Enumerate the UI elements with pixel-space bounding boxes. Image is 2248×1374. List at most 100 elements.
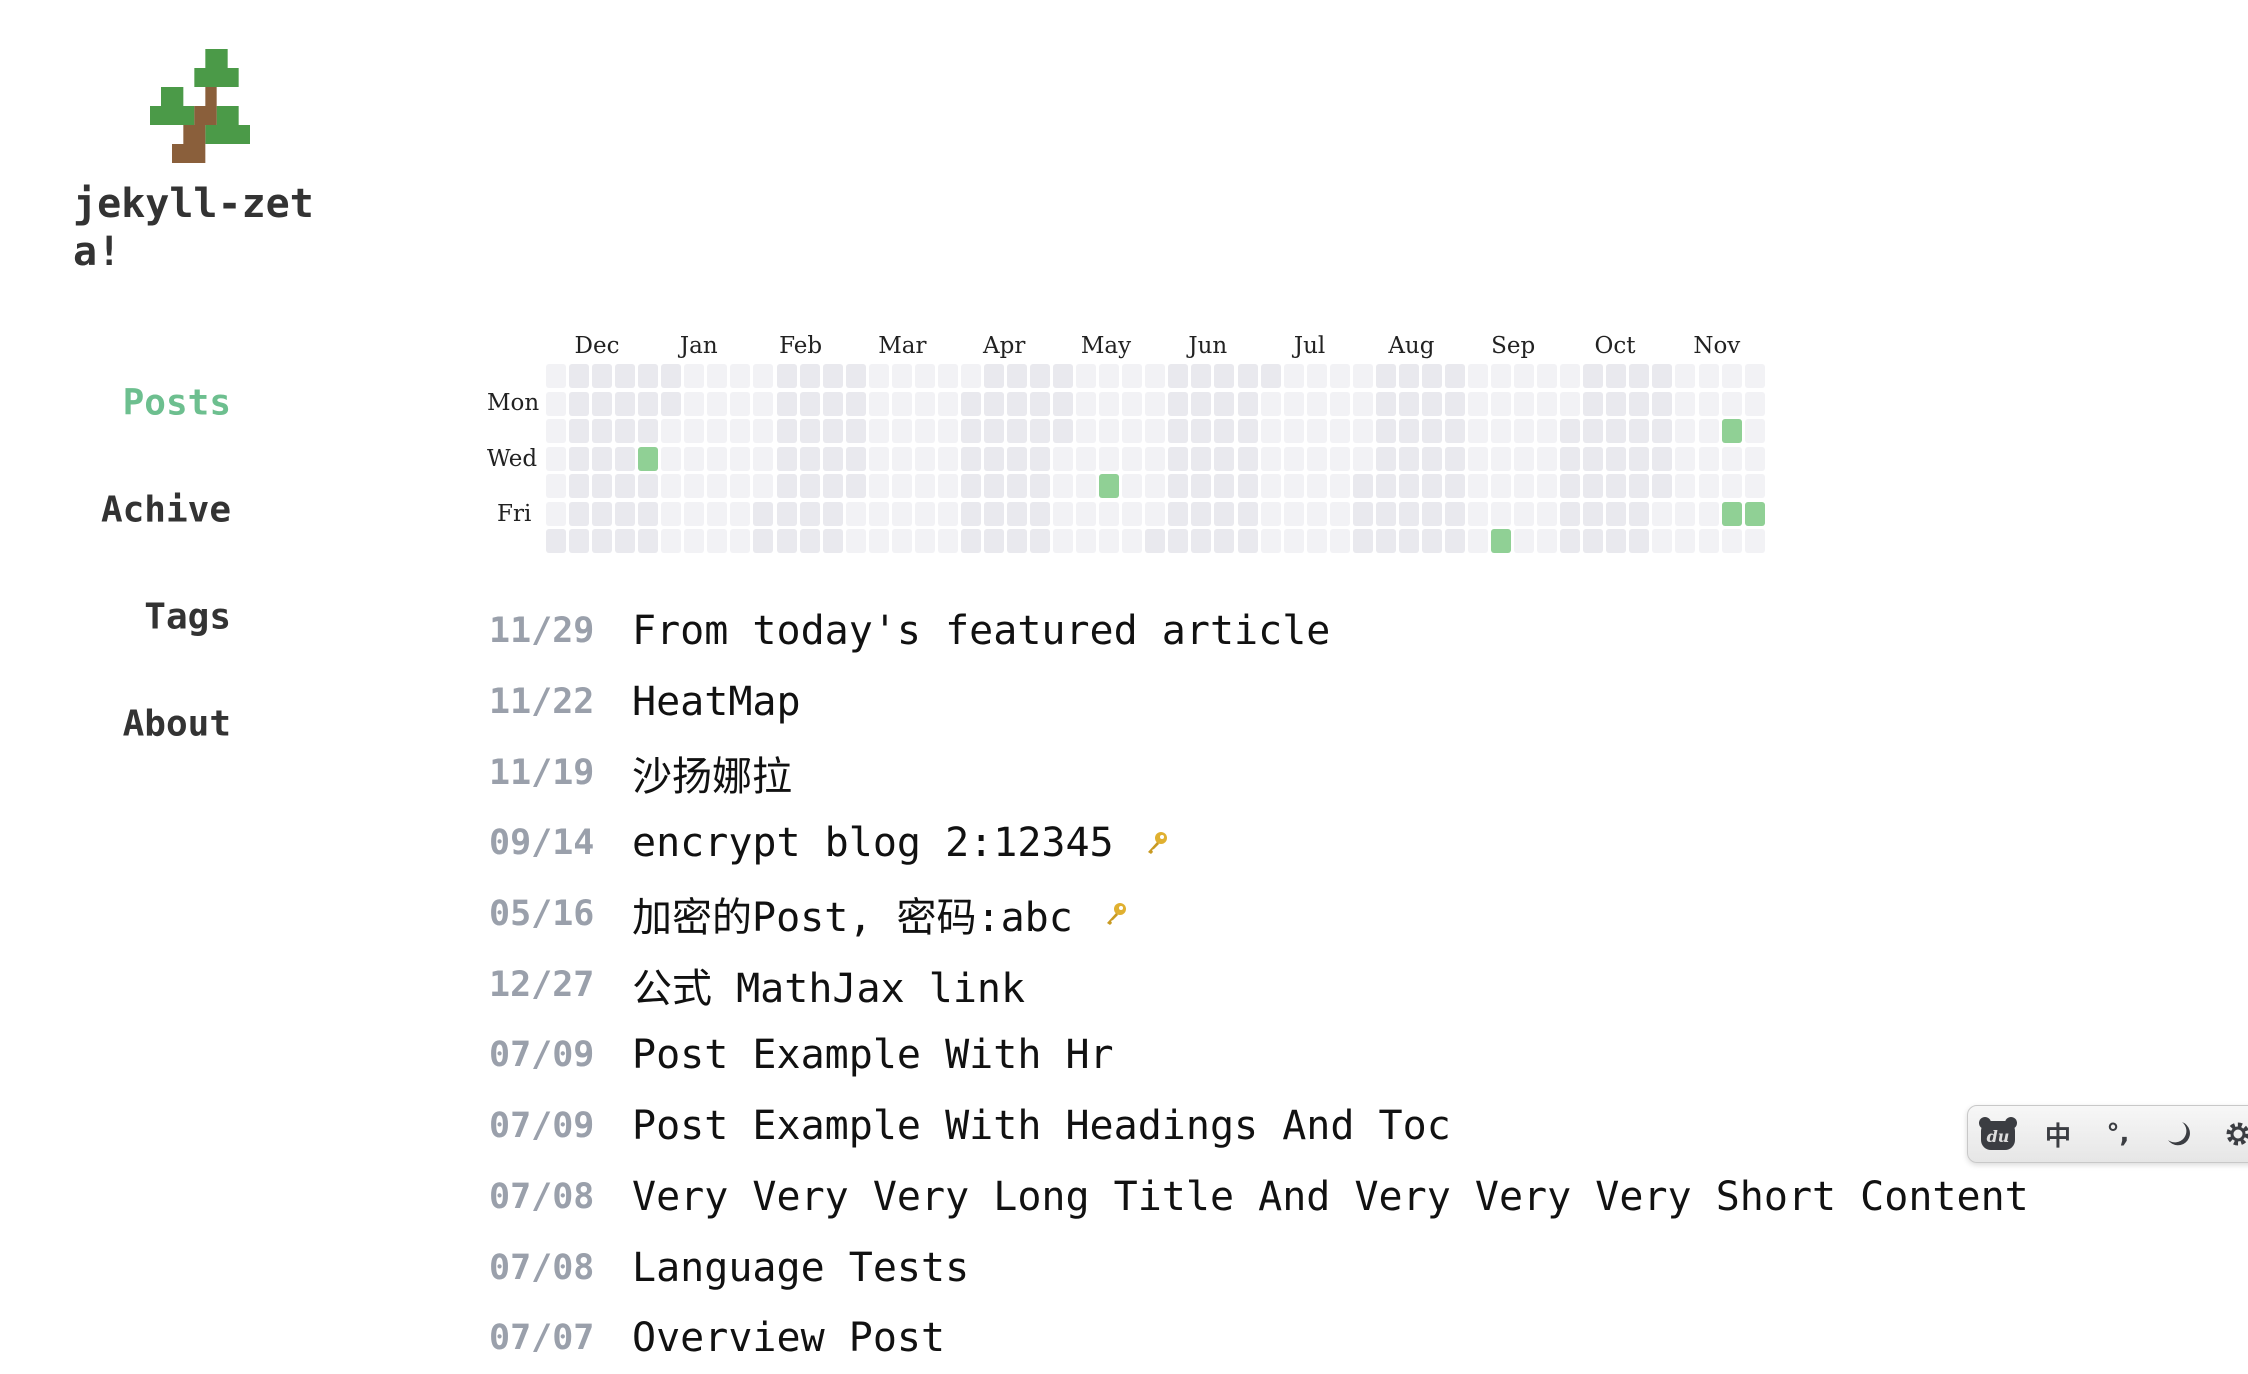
post-title-link[interactable]: Language Tests bbox=[632, 1245, 969, 1291]
heatmap-cell bbox=[1444, 391, 1465, 416]
heatmap-cell bbox=[1698, 419, 1719, 443]
svg-text:du: du bbox=[1987, 1127, 2010, 1146]
day-label-wed: Wed bbox=[487, 446, 538, 472]
heatmap-cell bbox=[1122, 391, 1143, 416]
heatmap-cell bbox=[1560, 419, 1581, 443]
heatmap-cell bbox=[1122, 446, 1143, 471]
heatmap-cell bbox=[1329, 529, 1350, 553]
heatmap-cell bbox=[776, 446, 797, 471]
heatmap-cell bbox=[615, 501, 636, 526]
heatmap-cell bbox=[799, 474, 820, 498]
post-title-link[interactable]: encrypt blog 2:12345 bbox=[632, 820, 1114, 866]
heatmap-cell bbox=[1283, 529, 1304, 553]
heatmap-cell bbox=[1398, 446, 1419, 471]
heatmap-cell bbox=[1283, 501, 1304, 526]
heatmap-cell bbox=[776, 364, 797, 388]
heatmap-cell bbox=[1237, 419, 1258, 443]
heatmap-cell bbox=[868, 419, 889, 443]
heatmap-cell bbox=[546, 474, 566, 498]
nav-achive[interactable]: Achive bbox=[101, 490, 231, 531]
heatmap-cell bbox=[914, 501, 935, 526]
post-title-link[interactable]: 加密的Post, 密码:abc bbox=[632, 885, 1073, 943]
heatmap-cell bbox=[1583, 529, 1604, 553]
heatmap-cell bbox=[592, 364, 613, 388]
heatmap-cell bbox=[1260, 364, 1281, 388]
heatmap-cell bbox=[1629, 474, 1650, 498]
heatmap-cell bbox=[1560, 501, 1581, 526]
heatmap-cell bbox=[1606, 529, 1627, 553]
heatmap-cell bbox=[1237, 446, 1258, 471]
heatmap-cell bbox=[1468, 419, 1488, 443]
heatmap-cell bbox=[1260, 391, 1281, 416]
heatmap-cell bbox=[615, 474, 636, 498]
heatmap-cell bbox=[1352, 364, 1373, 388]
heatmap-cell bbox=[1606, 364, 1627, 388]
heatmap-cell bbox=[1491, 364, 1512, 388]
heatmap-cell bbox=[822, 364, 843, 388]
heatmap-cell bbox=[1260, 529, 1281, 553]
heatmap-cell bbox=[776, 501, 797, 526]
heatmap-cell bbox=[1168, 501, 1189, 526]
nav-about[interactable]: About bbox=[123, 704, 231, 745]
heatmap-cell bbox=[1214, 501, 1235, 526]
heatmap-cell bbox=[914, 474, 935, 498]
heatmap-cell bbox=[891, 391, 912, 416]
month-label: May bbox=[1080, 333, 1132, 359]
heatmap-cell bbox=[1030, 419, 1051, 443]
site-title[interactable]: jekyll-zeta! bbox=[73, 180, 333, 276]
gear-icon[interactable] bbox=[2208, 1119, 2248, 1149]
heatmap-cell bbox=[684, 529, 705, 553]
ime-logo-button[interactable]: du bbox=[1968, 1116, 2028, 1152]
heatmap-cell bbox=[592, 474, 613, 498]
post-list-item: 07/08 Very Very Very Long Title And Very … bbox=[489, 1162, 2029, 1233]
heatmap-cell bbox=[592, 529, 613, 553]
post-title-link[interactable]: HeatMap bbox=[632, 679, 801, 725]
heatmap-cell bbox=[776, 474, 797, 498]
post-title-link[interactable]: Overview Post bbox=[632, 1315, 945, 1361]
nav-tags[interactable]: Tags bbox=[144, 597, 231, 638]
ime-punctuation[interactable]: °, bbox=[2088, 1119, 2148, 1149]
post-title-link[interactable]: 公式 MathJax link bbox=[632, 956, 1025, 1014]
post-title-link[interactable]: Post Example With Hr bbox=[632, 1032, 1114, 1078]
post-title-link[interactable]: 沙扬娜拉 bbox=[632, 744, 792, 802]
heatmap-cell bbox=[1007, 529, 1027, 553]
heatmap-cell bbox=[1537, 391, 1558, 416]
heatmap-cell bbox=[1053, 419, 1074, 443]
heatmap-cell bbox=[753, 364, 774, 388]
heatmap-cell bbox=[845, 391, 866, 416]
heatmap-cell bbox=[822, 391, 843, 416]
month-label: Oct bbox=[1594, 333, 1636, 359]
heatmap-cell bbox=[1421, 446, 1442, 471]
moon-icon[interactable] bbox=[2148, 1120, 2208, 1148]
heatmap-cell bbox=[1675, 474, 1696, 498]
heatmap-cell bbox=[1444, 529, 1465, 553]
post-title-link[interactable]: Post Example With Headings And Toc bbox=[632, 1103, 1451, 1149]
heatmap-cell bbox=[1191, 474, 1212, 498]
month-label: Jun bbox=[1188, 333, 1228, 359]
heatmap-cell bbox=[1421, 364, 1442, 388]
heatmap-cell bbox=[799, 419, 820, 443]
heatmap-cell bbox=[868, 529, 889, 553]
heatmap-cell bbox=[776, 419, 797, 443]
heatmap-cell bbox=[1514, 391, 1535, 416]
heatmap-cell bbox=[730, 419, 751, 443]
post-title-link[interactable]: From today's featured article bbox=[632, 608, 1330, 654]
heatmap-cell bbox=[1375, 529, 1396, 553]
heatmap-cell bbox=[592, 501, 613, 526]
heatmap-cell bbox=[799, 446, 820, 471]
heatmap-cell bbox=[1675, 501, 1696, 526]
day-label-mon: Mon bbox=[487, 390, 540, 416]
heatmap-cell bbox=[1398, 529, 1419, 553]
post-title-link[interactable]: Very Very Very Long Title And Very Very … bbox=[632, 1174, 2029, 1220]
post-date: 07/09 bbox=[489, 1035, 595, 1076]
post-date: 07/09 bbox=[489, 1106, 595, 1147]
heatmap-cell bbox=[1421, 391, 1442, 416]
month-label: Aug bbox=[1388, 333, 1435, 359]
post-list-item: 07/07 Overview Post bbox=[489, 1303, 2029, 1374]
heatmap-cell bbox=[1537, 446, 1558, 471]
heatmap-cell bbox=[1744, 364, 1765, 388]
heatmap-cell bbox=[638, 419, 659, 443]
nav-posts[interactable]: Posts bbox=[123, 383, 231, 424]
heatmap-cell bbox=[960, 391, 981, 416]
ime-mode-chinese[interactable]: 中 bbox=[2028, 1116, 2088, 1153]
